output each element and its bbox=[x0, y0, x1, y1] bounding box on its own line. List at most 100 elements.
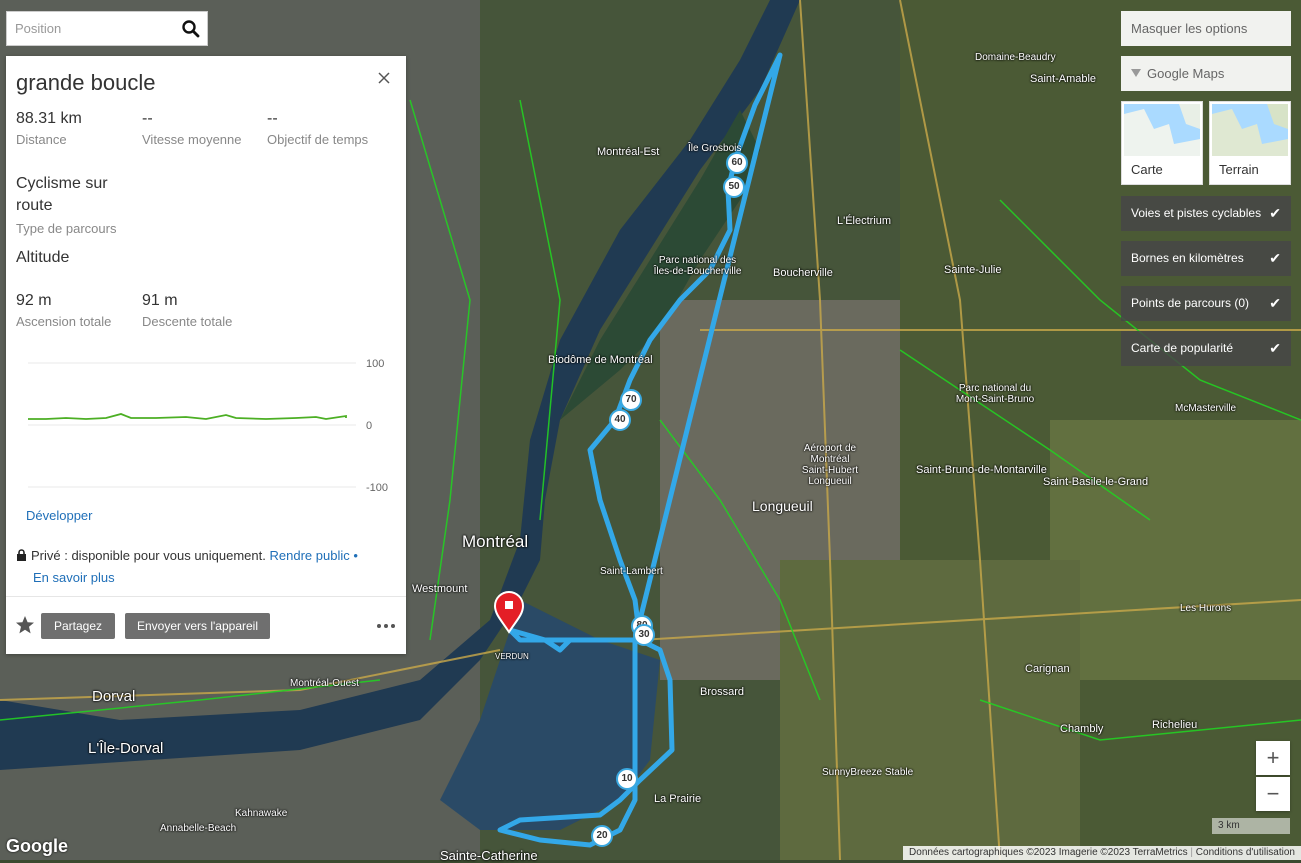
map-type-label: Terrain bbox=[1219, 162, 1259, 177]
share-button[interactable]: Partagez bbox=[41, 613, 115, 639]
star-icon[interactable] bbox=[15, 615, 35, 635]
route-type-value: Cyclisme sur route bbox=[16, 175, 108, 214]
map-label-verdun: VERDUN bbox=[495, 652, 529, 661]
map-label-montreal-ouest: Montréal-Ouest bbox=[290, 678, 359, 689]
map-label-chambly: Chambly bbox=[1060, 723, 1104, 735]
map-label-electrium: L'Électrium bbox=[837, 215, 892, 227]
terms-link[interactable]: Conditions d'utilisation bbox=[1196, 847, 1295, 858]
make-public-link[interactable]: Rendre public bbox=[270, 548, 350, 563]
toggle-label: Bornes en kilomètres bbox=[1131, 251, 1244, 265]
map-label-westmount: Westmount bbox=[412, 583, 468, 595]
learn-more-link[interactable]: En savoir plus bbox=[33, 570, 115, 585]
route-details-panel: grande boucle 88.31 km Distance -- Vites… bbox=[6, 56, 406, 654]
zoom-in-button[interactable]: + bbox=[1256, 741, 1290, 775]
search-input[interactable] bbox=[7, 12, 193, 45]
route-title: grande boucle bbox=[16, 70, 156, 95]
y-tick-label: 100 bbox=[366, 358, 384, 370]
map-provider-label: Google Maps bbox=[1147, 66, 1225, 81]
map-label-sainte-julie: Sainte-Julie bbox=[944, 264, 1002, 276]
map-label-carignan: Carignan bbox=[1025, 663, 1070, 675]
distance-value: 88.31 km bbox=[16, 110, 82, 127]
map-label-boucherville: Boucherville bbox=[773, 267, 833, 279]
check-icon: ✔ bbox=[1269, 250, 1281, 266]
map-label-saint-basile: Saint-Basile-le-Grand bbox=[1043, 476, 1149, 488]
avg-speed-stat: -- Vitesse moyenne bbox=[142, 110, 242, 147]
terrain-thumbnail-icon bbox=[1212, 104, 1288, 156]
send-to-device-button[interactable]: Envoyer vers l'appareil bbox=[125, 613, 270, 639]
km-marker: 10 bbox=[616, 768, 638, 790]
separator-dot: • bbox=[353, 548, 358, 563]
map-label-saint-lambert: Saint-Lambert bbox=[600, 566, 663, 577]
map-thumbnail-icon bbox=[1124, 104, 1200, 156]
check-icon: ✔ bbox=[1269, 295, 1281, 311]
km-marker: 60 bbox=[726, 152, 748, 174]
map-label-iles-boucherville: Parc national des Îles-de-Boucherville bbox=[653, 255, 742, 277]
km-marker: 40 bbox=[609, 409, 631, 431]
map-label-domaine-beaudry: Domaine-Beaudry bbox=[975, 52, 1056, 63]
elevation-chart[interactable]: 100 0 -100 bbox=[26, 351, 406, 501]
map-label-ile-dorval: L'Île-Dorval bbox=[88, 740, 164, 757]
map-label-longueuil: Longueuil bbox=[752, 498, 813, 514]
toggle-label: Voies et pistes cyclables bbox=[1131, 206, 1262, 220]
map-label-laprairie: La Prairie bbox=[654, 793, 702, 805]
close-icon[interactable] bbox=[376, 70, 392, 86]
map-type-carte[interactable]: Carte bbox=[1121, 101, 1203, 185]
check-icon: ✔ bbox=[1269, 340, 1281, 356]
zoom-out-button[interactable]: − bbox=[1256, 777, 1290, 811]
map-label-saint-bruno: Saint-Bruno-de-Montarville bbox=[916, 464, 1047, 476]
descent-value: 91 m bbox=[142, 292, 178, 309]
map-provider-dropdown[interactable]: Google Maps bbox=[1121, 56, 1291, 91]
descent-label: Descente totale bbox=[142, 314, 233, 329]
hide-options-button[interactable]: Masquer les options bbox=[1121, 11, 1291, 46]
avg-speed-value: -- bbox=[142, 110, 153, 127]
toggle-heatmap[interactable]: Carte de popularité ✔ bbox=[1121, 331, 1291, 366]
map-label-saint-amable: Saint-Amable bbox=[1030, 73, 1097, 85]
km-marker: 20 bbox=[591, 825, 613, 847]
elevation-profile-line bbox=[28, 413, 347, 420]
privacy-notice: Privé : disponible pour vous uniquement.… bbox=[16, 545, 396, 589]
panel-divider bbox=[6, 596, 406, 597]
toggle-label: Carte de popularité bbox=[1131, 341, 1234, 355]
google-logo[interactable]: Google bbox=[6, 836, 68, 857]
expand-link[interactable]: Développer bbox=[26, 508, 93, 523]
descent-stat: 91 m Descente totale bbox=[142, 292, 232, 329]
map-attribution: Données cartographiques ©2023 Imagerie ©… bbox=[903, 846, 1301, 860]
map-label-mcmasterville: McMasterville bbox=[1175, 403, 1237, 414]
triangle-down-icon bbox=[1131, 69, 1141, 77]
distance-stat: 88.31 km Distance bbox=[16, 110, 82, 147]
map-label-montreal: Montréal bbox=[462, 532, 529, 551]
km-marker: 50 bbox=[723, 176, 745, 198]
search-icon[interactable] bbox=[181, 19, 201, 39]
map-label-aeroport: Aéroport de Montréal Saint-Hubert Longue… bbox=[801, 443, 859, 487]
privacy-text: Privé : disponible pour vous uniquement. bbox=[31, 548, 266, 563]
time-goal-value: -- bbox=[267, 110, 278, 127]
ascent-label: Ascension totale bbox=[16, 314, 112, 329]
check-icon: ✔ bbox=[1269, 205, 1281, 221]
more-options-icon[interactable] bbox=[376, 623, 396, 629]
route-type-label: Type de parcours bbox=[16, 221, 117, 236]
lock-icon bbox=[17, 549, 26, 561]
toggle-km-markers[interactable]: Bornes en kilomètres ✔ bbox=[1121, 241, 1291, 276]
time-goal-stat: -- Objectif de temps bbox=[267, 110, 368, 147]
scale-bar: 3 km bbox=[1212, 818, 1290, 834]
toggle-label: Points de parcours (0) bbox=[1131, 296, 1250, 310]
altitude-heading: Altitude bbox=[16, 249, 70, 266]
map-label-brossard: Brossard bbox=[700, 686, 745, 698]
ascent-value: 92 m bbox=[16, 292, 52, 309]
y-tick-label: -100 bbox=[366, 482, 388, 494]
time-goal-label: Objectif de temps bbox=[267, 132, 369, 147]
toggle-bike-lanes[interactable]: Voies et pistes cyclables ✔ bbox=[1121, 196, 1291, 231]
ascent-stat: 92 m Ascension totale bbox=[16, 292, 111, 329]
map-type-terrain[interactable]: Terrain bbox=[1209, 101, 1291, 185]
map-label-mont-saint-bruno: Parc national du Mont-Saint-Bruno bbox=[955, 383, 1035, 405]
map-label-kahnawake: Kahnawake bbox=[235, 808, 288, 819]
map-label-annabelle: Annabelle-Beach bbox=[160, 823, 237, 834]
toggle-waypoints[interactable]: Points de parcours (0) ✔ bbox=[1121, 286, 1291, 321]
search-box bbox=[6, 11, 208, 46]
map-label-dorval: Dorval bbox=[92, 688, 136, 705]
map-label-montreal-est: Montréal-Est bbox=[597, 146, 660, 158]
km-marker: 30 bbox=[633, 624, 655, 646]
map-label-les-hurons: Les Hurons bbox=[1180, 603, 1232, 614]
distance-label: Distance bbox=[16, 132, 67, 147]
map-type-label: Carte bbox=[1131, 162, 1163, 177]
